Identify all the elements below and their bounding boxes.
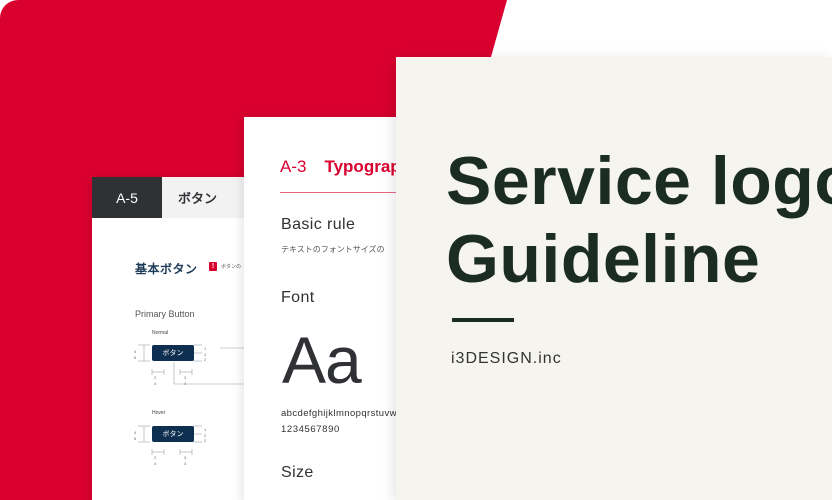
cover-title-line-1: Service logo bbox=[446, 143, 832, 219]
heading-divider bbox=[280, 192, 414, 193]
spec-dimension-left: 4 6 bbox=[134, 349, 137, 360]
cover-divider bbox=[452, 318, 514, 322]
state-label-normal: Normal bbox=[152, 330, 169, 336]
cover-title-line-2: Guideline bbox=[446, 221, 761, 297]
section-heading: A-3 Typography bbox=[280, 157, 414, 177]
buttons-guideline-card: A-5 ボタン 基本ボタン ! ボタンの Primary Button Norm… bbox=[92, 177, 252, 500]
spec-dimension-right: 1 2 2 bbox=[204, 427, 207, 444]
spec-dimension-bottom: 3 4 bbox=[184, 455, 187, 466]
alphabet-sample: abcdefghijklmnopqrstuvw bbox=[281, 408, 397, 419]
spec-dimension-left: 4 6 bbox=[134, 430, 137, 441]
spec-dimension-bottom: 2 4 bbox=[154, 375, 157, 386]
digits-sample: 1234567890 bbox=[281, 424, 340, 435]
typography-guideline-card: A-3 Typography Basic rule テキストのフォントサイズの F… bbox=[244, 117, 414, 500]
spec-lines bbox=[138, 344, 252, 455]
spec-dimension-bottom: 2 4 bbox=[154, 455, 157, 466]
state-label-hover: Hover bbox=[152, 410, 166, 416]
basic-rule-heading: Basic rule bbox=[281, 216, 356, 233]
spec-dimension-right: 1 2 2 bbox=[204, 346, 207, 363]
spec-dimension-bottom: 3 4 bbox=[184, 375, 187, 386]
cover-title: Service logo Guideline bbox=[446, 142, 832, 298]
company-name: i3DESIGN.inc bbox=[451, 350, 562, 367]
sample-primary-button-normal: ボタン bbox=[152, 345, 194, 361]
font-heading: Font bbox=[281, 289, 315, 306]
font-sample: Aa bbox=[282, 323, 362, 397]
sample-primary-button-hover: ボタン bbox=[152, 426, 194, 442]
size-heading: Size bbox=[281, 464, 314, 481]
section-code: A-3 bbox=[280, 157, 307, 176]
guideline-cover-card: Service logo Guideline i3DESIGN.inc bbox=[396, 57, 832, 500]
basic-rule-description: テキストのフォントサイズの bbox=[281, 245, 385, 254]
